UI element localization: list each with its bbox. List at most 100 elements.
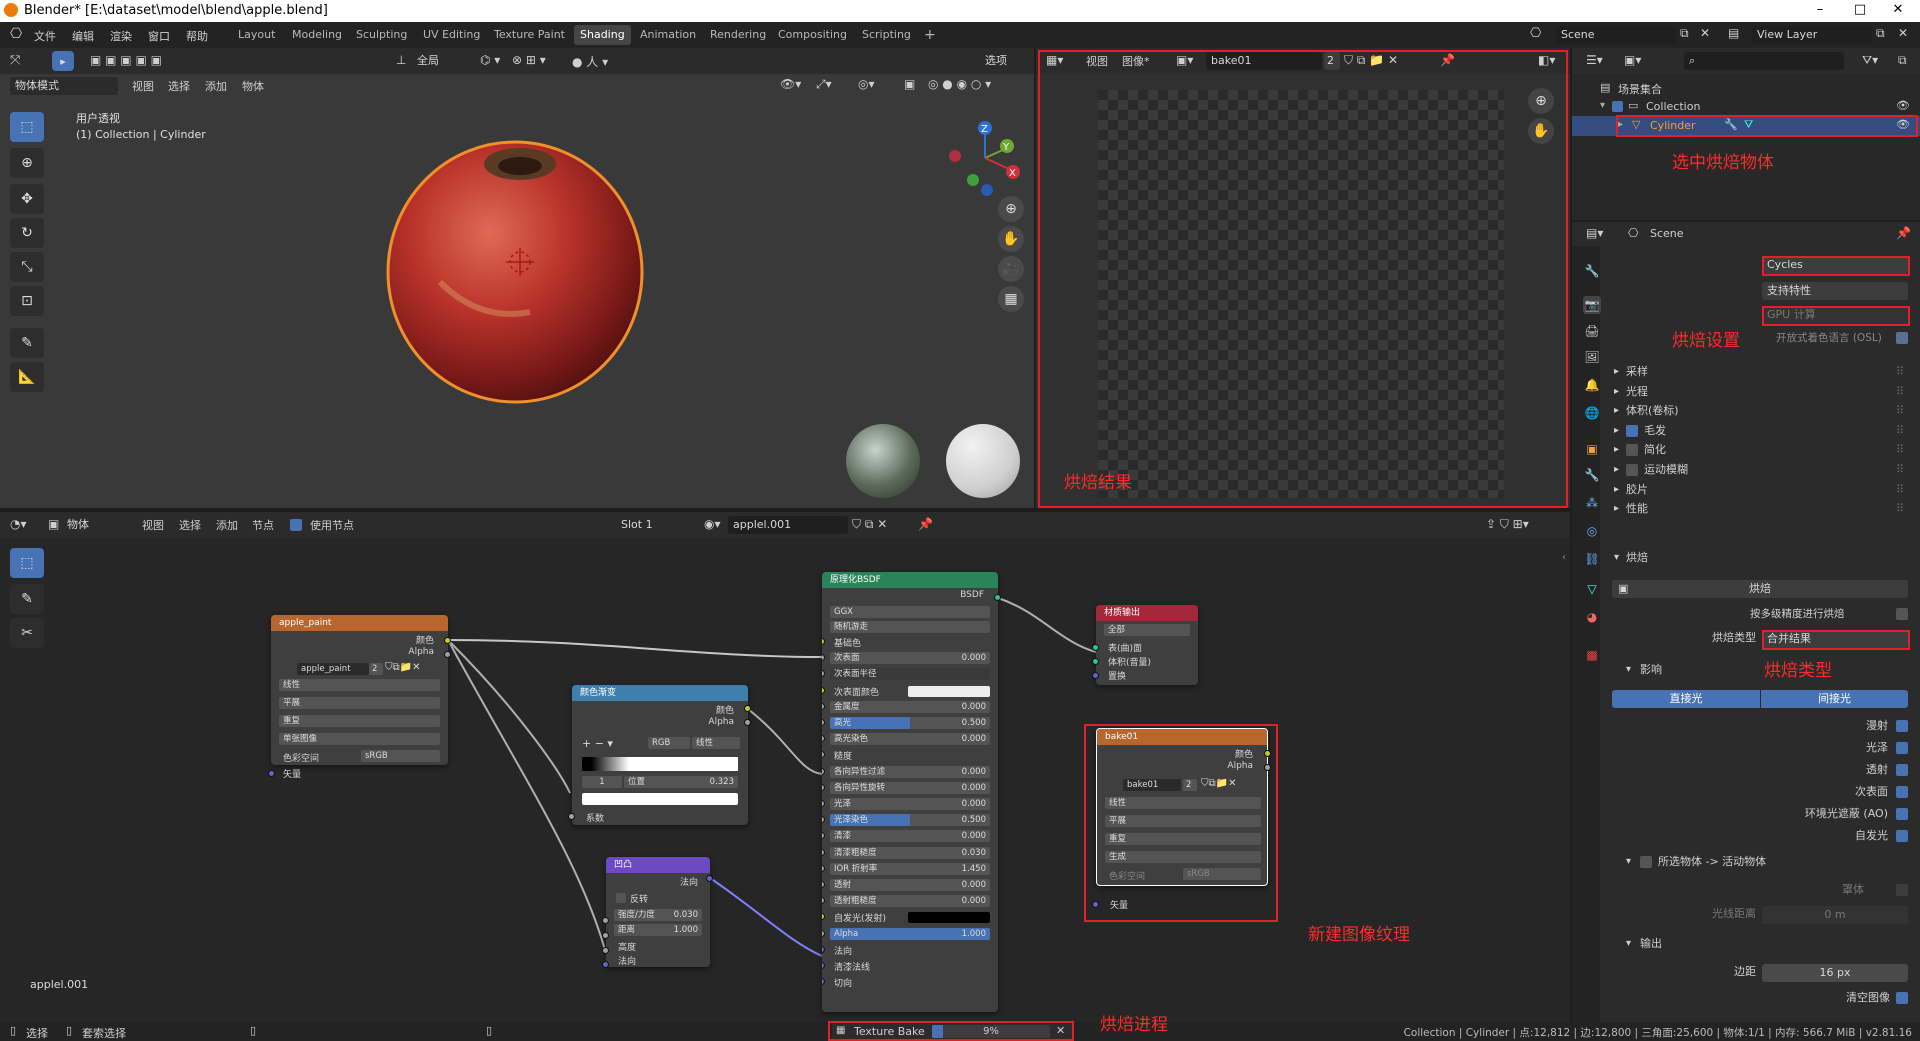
selected-to-active-expand-icon[interactable]: ▾ [1626,852,1631,872]
delete-view-layer-icon[interactable]: ✕ [1898,26,1908,40]
panel-expand-icon[interactable]: ▸ [1614,401,1619,421]
bump-invert-checkbox[interactable] [616,893,626,903]
bsdf-input-field[interactable]: 清漆粗糙度 0.030 [830,846,990,859]
proportional-edit-icon[interactable]: ● 人 ▾ [572,53,608,70]
tab-layout[interactable]: Layout [232,25,281,45]
new-view-layer-icon[interactable]: ⧉ [1876,26,1885,41]
multires-checkbox[interactable] [1896,608,1908,620]
panel-enable-checkbox[interactable] [1626,424,1638,437]
outliner-display-mode-icon[interactable]: ▣▾ [1624,53,1641,67]
contribution-checkbox[interactable] [1896,720,1908,732]
socket-bsdf-input[interactable] [822,767,825,775]
panel-expand-icon[interactable]: ▸ [1614,362,1619,382]
bsdf-input-field[interactable]: IOR 折射率 1.450 [830,862,990,875]
bsdf-input-field[interactable]: 透射 0.000 [830,879,990,891]
apple-object[interactable] [380,112,650,422]
bake-panel-expand-icon[interactable]: ▾ [1614,548,1619,568]
panel-enable-checkbox[interactable] [1626,444,1638,457]
panel-header[interactable]: 毛发 [1644,421,1666,441]
panel-header[interactable]: 采样 [1626,362,1648,382]
data-tab-icon[interactable]: ▽ [1583,580,1601,598]
properties-type-icon[interactable]: ▤▾ [1586,226,1603,240]
output-tab-icon[interactable]: 🖨 [1583,322,1601,340]
bsdf-input-field[interactable]: 各向异性旋转 0.000 [830,781,990,794]
node-principled-bsdf[interactable]: 原理化BSDF BSDF GGX 随机游走 基础色 次表面 0.000 次表面半径 次表… [822,572,998,1012]
bsdf-input-field[interactable]: 光泽 0.000 [830,798,990,810]
outliner-type-icon[interactable]: ☰▾ [1586,53,1603,67]
socket-apple-color[interactable] [444,637,451,644]
bump-strength-field[interactable]: 强度/力度 0.030 [614,909,702,921]
select-box-tool-icon[interactable]: ▸ [52,51,74,71]
tab-uv-editing[interactable]: UV Editing [417,25,486,45]
ramp-mode-select[interactable]: RGB [648,737,690,749]
transform-tool-icon[interactable]: ⊡ [10,286,44,316]
socket-bsdf-input[interactable] [822,816,825,824]
socket-bsdf-input[interactable] [822,654,825,662]
panel-drag-handle-icon[interactable]: ⠿ [1896,440,1904,460]
material-tab-icon[interactable]: ◕ [1583,608,1601,626]
apple-paint-colorspace-select[interactable]: sRGB [361,750,440,762]
menu-file[interactable]: 文件 [34,28,56,44]
contribution-checkbox[interactable] [1896,764,1908,776]
texture-tab-icon[interactable]: ▩ [1583,646,1601,664]
physics-tab-icon[interactable]: ◎ [1583,522,1601,540]
direct-light-toggle[interactable]: 直接光 [1612,690,1760,708]
gizmo-toggle-icon[interactable]: ⤢▾ [816,77,832,92]
panel-expand-icon[interactable]: ▸ [1614,440,1619,460]
viewport-menu-object[interactable]: 物体 [242,78,264,94]
output-target-select[interactable]: 全部 [1104,624,1190,636]
socket-apple-alpha[interactable] [444,651,451,658]
panel-expand-icon[interactable]: ▸ [1614,382,1619,402]
node-sidebar-toggle-icon[interactable]: ‹ [1562,552,1566,563]
ray-distance-field[interactable]: 0 m [1762,906,1908,924]
transform-orientation-select[interactable]: 全局 [412,52,470,70]
tab-scripting[interactable]: Scripting [856,25,917,45]
socket-bsdf-out[interactable] [994,594,1001,601]
node-apple-paint[interactable]: apple_paint 颜色 Alpha apple_paint 2 ⛉⧉📁✕ … [271,615,448,765]
shading-mode-icons[interactable]: ◎ ● ◉ ○ ▾ [928,77,991,91]
tab-rendering[interactable]: Rendering [704,25,772,45]
scene-selector[interactable]: Scene [1556,26,1676,44]
socket-bsdf-input[interactable] [822,962,825,969]
options-dropdown[interactable]: 选项 [980,52,1028,70]
ramp-add-remove-icons[interactable]: + − ▾ [582,737,613,750]
new-collection-icon[interactable]: ⧉ [1898,53,1907,68]
socket-bsdf-input[interactable] [822,832,825,840]
blender-menu-icon[interactable]: ⎔ [10,26,22,42]
apple-paint-image-field[interactable]: apple_paint [297,663,369,675]
minimize-button[interactable]: – [1800,2,1840,17]
object-tab-icon[interactable]: ▣ [1583,440,1601,458]
bake-panel-header[interactable]: 烘焙 [1626,548,1648,568]
delete-scene-icon[interactable]: ✕ [1700,26,1710,40]
outliner-search-input[interactable]: ⌕ [1684,52,1844,70]
apple-paint-extension-select[interactable]: 重复 [279,715,440,727]
socket-bsdf-input[interactable] [822,719,825,726]
socket-output-surface[interactable] [1092,644,1099,651]
node-color-ramp[interactable]: 颜色渐变 颜色 Alpha + − ▾ RGB 线性 1 位置 0.323 系数 [572,685,748,825]
properties-pin-icon[interactable]: 📌 [1896,226,1911,240]
panel-expand-icon[interactable]: ▸ [1614,480,1619,500]
socket-bsdf-input[interactable] [822,848,825,856]
bsdf-input-field[interactable]: 金属度 0.000 [830,700,990,713]
object-mode-select[interactable]: 物体模式 [10,77,118,95]
panel-drag-handle-icon[interactable]: ⠿ [1896,401,1904,421]
bsdf-sss-method-select[interactable]: 随机游走 [830,621,990,633]
menu-help[interactable]: 帮助 [186,28,208,44]
select-mode-icons[interactable]: ▣ ▣ ▣ ▣ ▣ [90,53,162,67]
osl-checkbox[interactable] [1896,332,1908,344]
socket-bsdf-input[interactable] [822,702,825,710]
scale-tool-icon[interactable]: ⤡ [10,252,44,282]
apple-paint-interp-select[interactable]: 线性 [279,679,440,691]
tab-modeling[interactable]: Modeling [286,25,348,45]
feature-set-select[interactable]: 支持特性 [1762,282,1908,300]
socket-output-volume[interactable] [1092,658,1099,665]
close-window-button[interactable]: ✕ [1878,2,1918,17]
socket-bump-distance[interactable] [602,932,609,939]
viewport-3d[interactable]: ⤧ ▸ ▣ ▣ ▣ ▣ ▣ ⊥ 全局 ⌬ ▾ ⊗ ⊞ ▾ ● 人 ▾ 选项 物体… [0,48,1034,508]
maximize-button[interactable]: □ [1840,2,1880,17]
ramp-stop-index[interactable]: 1 [582,776,622,788]
ramp-interp-select[interactable]: 线性 [692,737,740,749]
snap-icon[interactable]: ⊗ ⊞ ▾ [512,53,546,67]
socket-bsdf-input[interactable] [822,913,825,921]
tab-compositing[interactable]: Compositing [772,25,853,45]
